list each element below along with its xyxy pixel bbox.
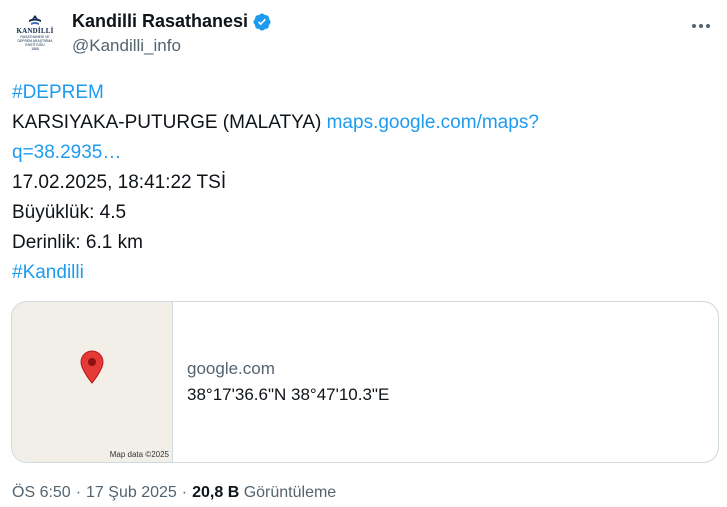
avatar-logo-year: 1868 — [31, 47, 39, 51]
card-info: google.com 38°17'36.6"N 38°47'10.3"E — [173, 302, 389, 462]
tweet-time: ÖS 6:50 — [12, 484, 71, 501]
views-count: 20,8 B — [192, 484, 240, 501]
hashtag-kandilli-link[interactable]: #Kandilli — [12, 262, 84, 283]
card-coordinates: 38°17'36.6"N 38°47'10.3"E — [187, 385, 390, 404]
tweet-date: 17 Şub 2025 — [86, 484, 177, 501]
author-display-name[interactable]: Kandilli Rasathanesi — [72, 11, 248, 32]
card-domain: google.com — [187, 359, 275, 378]
tweet-header: KANDİLLİ RASATHANESİ VE DEPREM ARAŞTIRMA… — [12, 10, 715, 62]
avatar-logo-subtitle: RASATHANESİ VE DEPREM ARAŞTIRMA ENSTİTÜS… — [17, 35, 53, 47]
more-options-icon[interactable] — [687, 16, 715, 36]
map-thumbnail[interactable]: Map data ©2025 — [12, 302, 173, 462]
location-text: KARSIYAKA-PUTURGE (MALATYA) — [12, 112, 322, 133]
author-handle[interactable]: @Kandilli_info — [72, 36, 181, 56]
maps-link-part-1[interactable]: maps.google.com/maps? — [327, 112, 539, 133]
verified-badge-icon[interactable] — [252, 12, 272, 32]
depth-text: Derinlik: 6.1 km — [12, 232, 143, 253]
tweet-meta: ÖS 6:50 · 17 Şub 2025 · 20,8 B Görüntüleme — [12, 484, 336, 502]
views-label: Görüntüleme — [243, 484, 337, 501]
magnitude-text: Büyüklük: 4.5 — [12, 202, 127, 223]
map-pin-icon — [80, 350, 104, 384]
tweet-time-link[interactable]: ÖS 6:50 · 17 Şub 2025 — [12, 484, 177, 501]
datetime-text: 17.02.2025, 18:41:22 TSİ — [12, 172, 227, 193]
hashtag-deprem-link[interactable]: #DEPREM — [12, 82, 104, 103]
maps-link-part-2[interactable]: q=38.2935… — [12, 142, 121, 163]
meta-separator-2: · — [181, 484, 188, 501]
map-attribution: Map data ©2025 — [109, 450, 169, 459]
author-name-row: Kandilli Rasathanesi — [72, 11, 272, 32]
meta-separator: · — [75, 484, 82, 501]
tweet-text: #DEPREM KARSIYAKA-PUTURGE (MALATYA) maps… — [12, 78, 612, 288]
institution-emblem-icon — [27, 15, 43, 27]
avatar[interactable]: KANDİLLİ RASATHANESİ VE DEPREM ARAŞTIRMA… — [12, 10, 58, 56]
avatar-logo-title: KANDİLLİ — [16, 27, 54, 35]
link-preview-card[interactable]: Map data ©2025 google.com 38°17'36.6"N 3… — [11, 301, 719, 463]
